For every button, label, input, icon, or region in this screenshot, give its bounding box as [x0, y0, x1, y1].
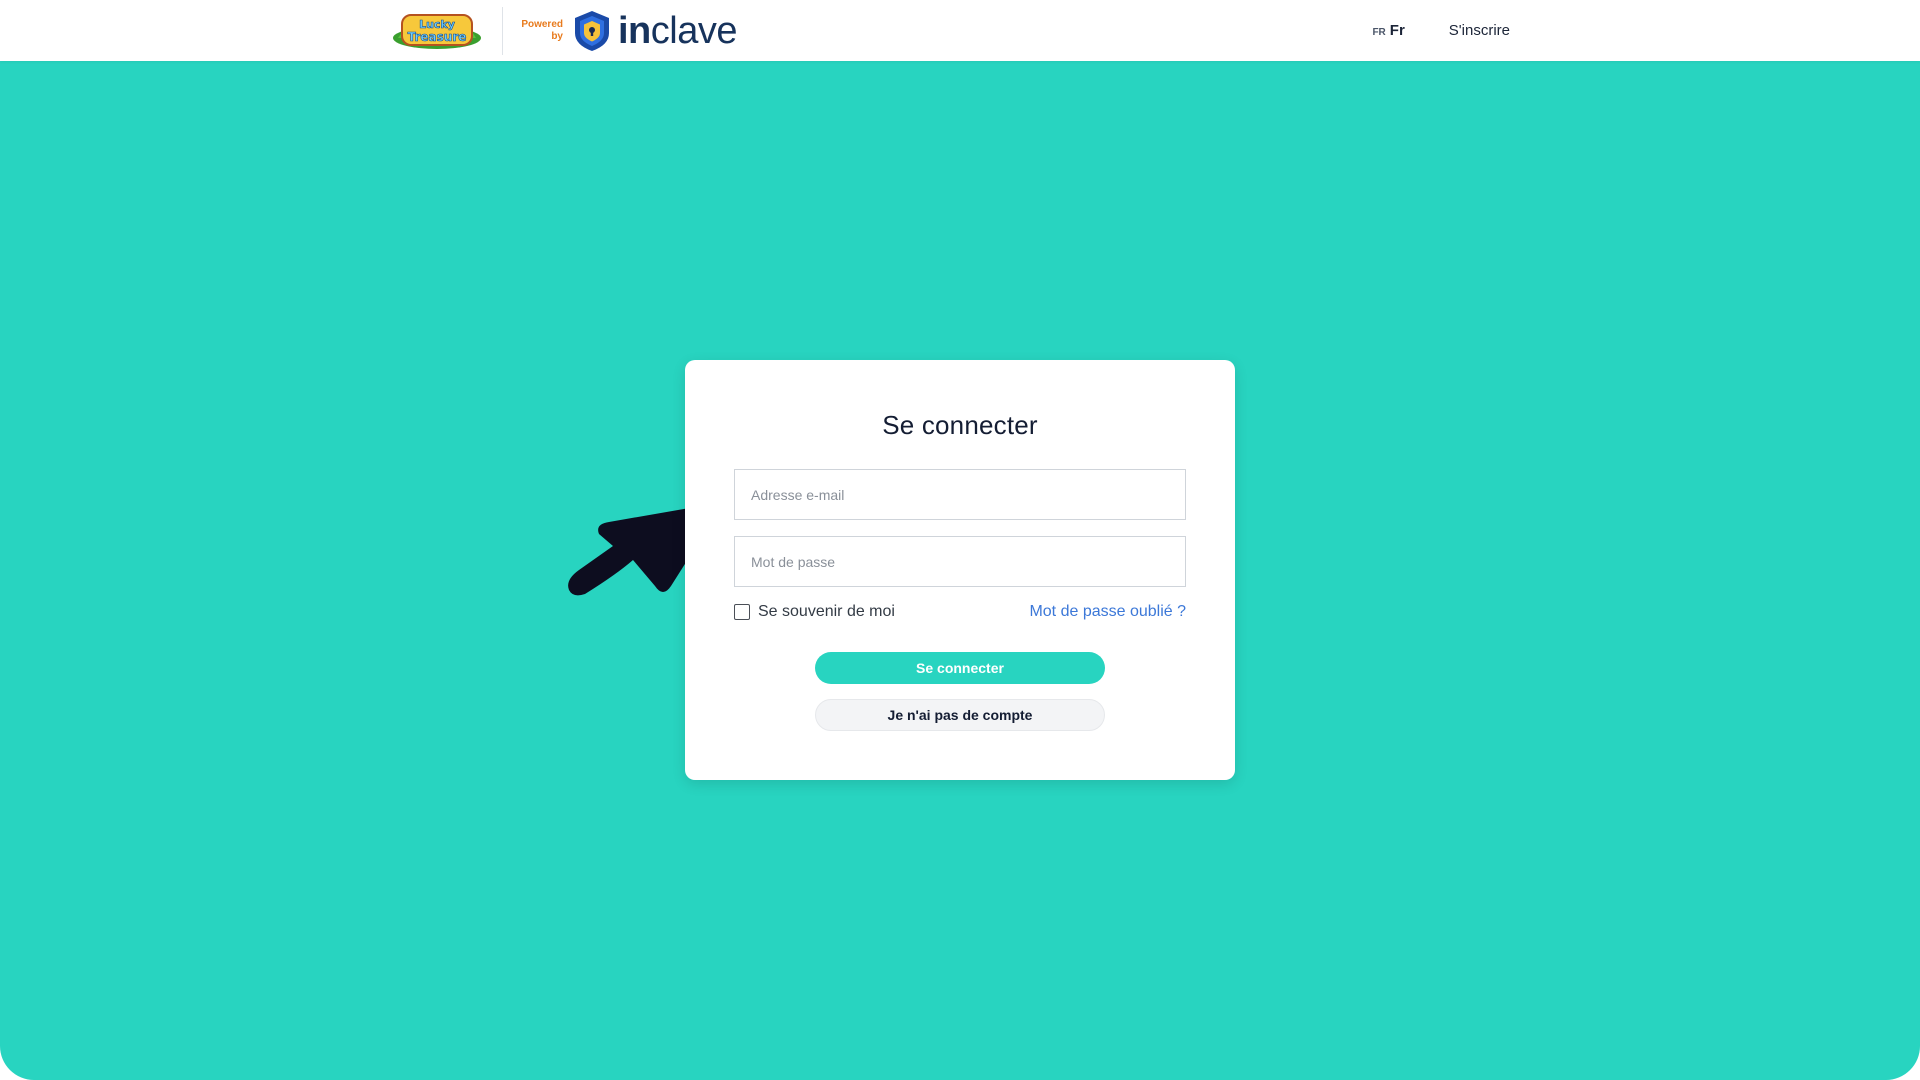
email-input[interactable]	[734, 469, 1186, 520]
login-title: Se connecter	[882, 410, 1038, 440]
forgot-password-link[interactable]: Mot de passe oublié ?	[1029, 603, 1186, 621]
powered-by-line-1: Powered	[521, 19, 563, 30]
no-account-button[interactable]: Je n'ai pas de compte	[815, 699, 1105, 731]
powered-by-label: Powered by	[517, 19, 563, 43]
sign-in-button[interactable]: Se connecter	[815, 652, 1105, 684]
checkbox-icon[interactable]	[734, 604, 750, 620]
language-name: Fr	[1389, 22, 1405, 39]
remember-me-control[interactable]: Se souvenir de moi	[734, 603, 895, 621]
password-input[interactable]	[734, 536, 1186, 587]
brand-divider	[502, 7, 503, 55]
language-code: FR	[1372, 27, 1386, 38]
signup-link[interactable]: S'inscrire	[1449, 22, 1510, 39]
login-card: Se connecter Se souvenir de moi Mot de p…	[685, 360, 1235, 780]
inclave-wordmark-bold: in	[618, 10, 651, 52]
header-nav: FR Fr S'inscrire	[1372, 0, 1510, 61]
lucky-treasure-logo-icon[interactable]: Lucky Treasure	[388, 8, 486, 54]
inclave-shield-icon	[575, 11, 609, 51]
svg-text:Treasure: Treasure	[408, 30, 467, 44]
inclave-wordmark-light: clave	[650, 10, 738, 52]
brand-area: Lucky Treasure Powered by inclave	[388, 6, 738, 56]
language-selector[interactable]: FR Fr	[1372, 22, 1404, 39]
remember-me-label: Se souvenir de moi	[758, 603, 895, 620]
top-navigation-bar: Lucky Treasure Powered by inclave FR Fr …	[0, 0, 1920, 61]
inclave-wordmark: inclave	[618, 9, 738, 53]
powered-by-line-2: by	[551, 31, 563, 42]
